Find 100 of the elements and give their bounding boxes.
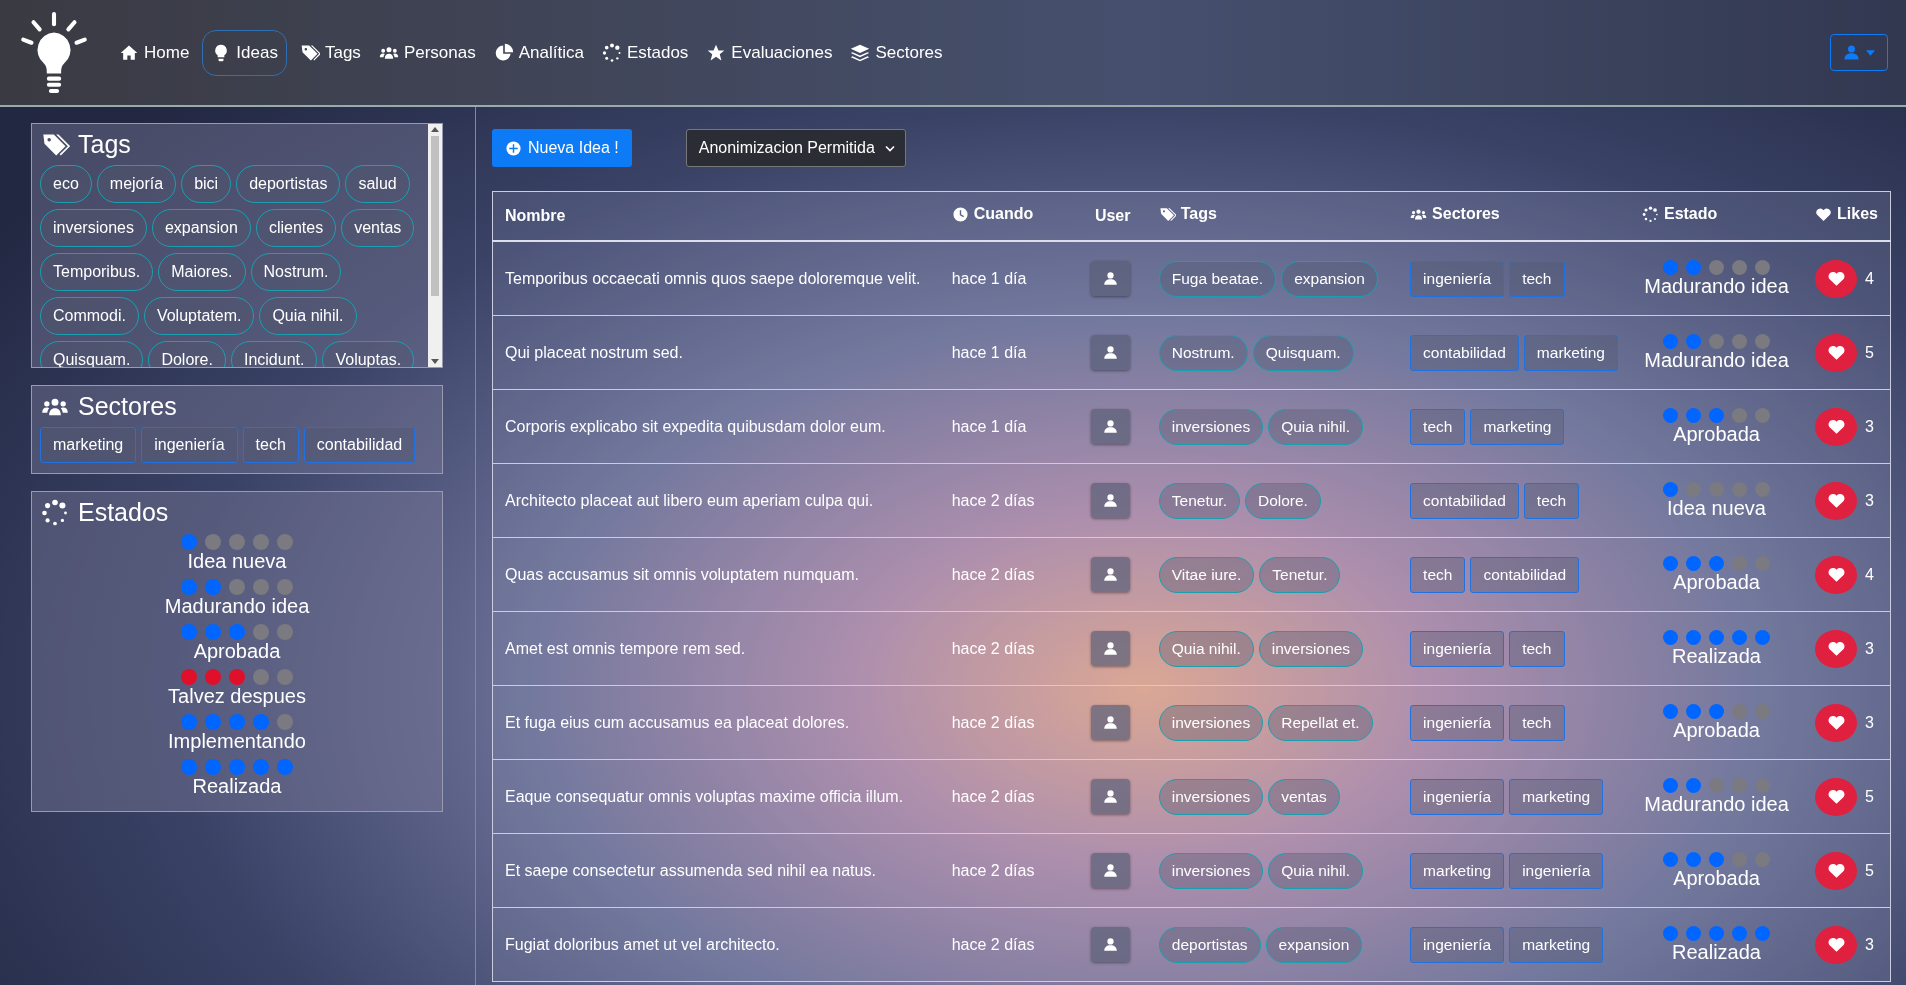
user-button[interactable] — [1090, 927, 1130, 962]
tag-chip[interactable]: expansion — [1281, 260, 1378, 297]
tag-chip[interactable]: inversiones — [1158, 408, 1264, 445]
user-button[interactable] — [1090, 631, 1130, 666]
sector-chip[interactable]: tech — [1410, 408, 1466, 445]
user-button[interactable] — [1090, 335, 1130, 370]
tag-chip[interactable]: Nostrum. — [250, 253, 342, 291]
sector-chip[interactable]: ingeniería — [1410, 778, 1505, 815]
tag-chip[interactable]: Dolore. — [1244, 482, 1321, 519]
user-button[interactable] — [1090, 557, 1130, 592]
new-idea-button[interactable]: Nueva Idea ! — [492, 129, 632, 167]
column-header[interactable]: Sectores — [1398, 191, 1630, 241]
filter-select[interactable]: Anonimizacion Permitida — [685, 129, 906, 167]
like-button[interactable] — [1815, 555, 1858, 594]
sector-chip[interactable]: contabilidad — [1410, 482, 1519, 519]
like-button[interactable] — [1815, 851, 1858, 890]
tag-chip[interactable]: bici — [181, 165, 232, 203]
nav-link[interactable]: Evaluaciones — [701, 29, 838, 76]
tag-chip[interactable]: Quia nihil. — [1158, 630, 1254, 667]
tag-chip[interactable]: Repellat et. — [1268, 704, 1373, 741]
tag-chip[interactable]: Voluptatem. — [143, 297, 255, 335]
column-header[interactable]: Nombre — [492, 191, 940, 241]
column-header[interactable]: Likes — [1803, 191, 1891, 241]
scroll-down-icon[interactable] — [431, 359, 439, 364]
user-button[interactable] — [1090, 779, 1130, 814]
tag-chip[interactable]: ventas — [1268, 778, 1340, 815]
tag-chip[interactable]: Quia nihil. — [259, 297, 357, 335]
user-button[interactable] — [1090, 261, 1130, 296]
sector-chip[interactable]: tech — [1509, 704, 1565, 741]
sector-chip[interactable]: tech — [1509, 260, 1565, 297]
tag-chip[interactable]: expansion — [1265, 926, 1363, 963]
tag-chip[interactable]: inversiones — [40, 209, 147, 247]
sector-chip[interactable]: ingeniería — [1410, 260, 1505, 297]
tag-chip[interactable]: clientes — [255, 209, 337, 247]
sector-chip[interactable]: marketing — [1509, 778, 1604, 815]
nav-link[interactable]: Personas — [373, 29, 481, 76]
sector-chip[interactable]: tech — [1410, 556, 1466, 593]
tag-chip[interactable]: Quisquam. — [1252, 334, 1354, 371]
scrollbar[interactable] — [428, 124, 442, 367]
tag-chip[interactable]: Vitae iure. — [1158, 556, 1255, 593]
scroll-up-icon[interactable] — [431, 127, 439, 132]
column-header[interactable]: Cuando — [939, 191, 1083, 241]
sector-chip[interactable]: contabilidad — [1470, 556, 1580, 593]
sector-chip[interactable]: marketing — [1523, 334, 1618, 371]
sector-chip[interactable]: tech — [242, 427, 299, 463]
like-button[interactable] — [1815, 703, 1858, 742]
tag-chip[interactable]: Maiores. — [158, 253, 246, 291]
user-button[interactable] — [1090, 705, 1130, 740]
tag-chip[interactable]: inversiones — [1158, 778, 1264, 815]
scrollbar-thumb[interactable] — [431, 136, 439, 296]
tag-chip[interactable]: deportistas — [1158, 926, 1261, 963]
nav-link[interactable]: Sectores — [845, 29, 948, 76]
sector-chip[interactable]: ingeniería — [1410, 704, 1505, 741]
column-header[interactable]: Estado — [1629, 191, 1804, 241]
tag-chip[interactable]: Incidunt. — [230, 341, 318, 367]
tag-chip[interactable]: Tenetur. — [1259, 556, 1341, 593]
like-button[interactable] — [1815, 407, 1858, 446]
tag-chip[interactable]: mejoría — [96, 165, 177, 203]
like-button[interactable] — [1815, 333, 1858, 372]
like-button[interactable] — [1815, 925, 1858, 964]
sector-chip[interactable]: tech — [1509, 630, 1565, 667]
user-button[interactable] — [1090, 483, 1130, 518]
sector-chip[interactable]: marketing — [40, 427, 137, 463]
tag-chip[interactable]: Quia nihil. — [1268, 408, 1364, 445]
nav-link[interactable]: Tags — [294, 29, 366, 76]
tag-chip[interactable]: Dolore. — [148, 341, 226, 367]
tag-chip[interactable]: deportistas — [236, 165, 341, 203]
tag-chip[interactable]: Quia nihil. — [1268, 852, 1364, 889]
like-button[interactable] — [1815, 629, 1858, 668]
sector-chip[interactable]: contabilidad — [303, 427, 416, 463]
tag-chip[interactable]: Commodi. — [40, 297, 139, 335]
tag-chip[interactable]: inversiones — [1158, 852, 1264, 889]
tag-chip[interactable]: inversiones — [1258, 630, 1364, 667]
sector-chip[interactable]: ingeniería — [1509, 852, 1604, 889]
user-menu-button[interactable] — [1830, 34, 1888, 71]
like-button[interactable] — [1815, 259, 1858, 298]
tag-chip[interactable]: Fuga beatae. — [1158, 260, 1277, 297]
nav-link[interactable]: Ideas — [202, 29, 287, 76]
nav-link[interactable]: Estados — [596, 29, 694, 76]
sector-chip[interactable]: tech — [1523, 482, 1580, 519]
sector-chip[interactable]: ingeniería — [1410, 926, 1505, 963]
sector-chip[interactable]: ingeniería — [1410, 630, 1505, 667]
tag-chip[interactable]: salud — [345, 165, 410, 203]
tag-chip[interactable]: Nostrum. — [1158, 334, 1248, 371]
sector-chip[interactable]: marketing — [1509, 926, 1604, 963]
sector-chip[interactable]: ingeniería — [141, 427, 238, 463]
column-header[interactable]: User — [1082, 191, 1147, 241]
tag-chip[interactable]: Tenetur. — [1158, 482, 1240, 519]
tag-chip[interactable]: Temporibus. — [40, 253, 154, 291]
like-button[interactable] — [1815, 481, 1858, 520]
like-button[interactable] — [1815, 777, 1858, 816]
sector-chip[interactable]: marketing — [1410, 852, 1505, 889]
sector-chip[interactable]: contabilidad — [1410, 334, 1519, 371]
tag-chip[interactable]: expansion — [151, 209, 251, 247]
sector-chip[interactable]: marketing — [1470, 408, 1565, 445]
nav-link[interactable]: Analítica — [488, 29, 589, 76]
nav-link[interactable]: Home — [114, 29, 195, 76]
column-header[interactable]: Tags — [1146, 191, 1399, 241]
tag-chip[interactable]: ventas — [341, 209, 415, 247]
user-button[interactable] — [1090, 853, 1130, 888]
